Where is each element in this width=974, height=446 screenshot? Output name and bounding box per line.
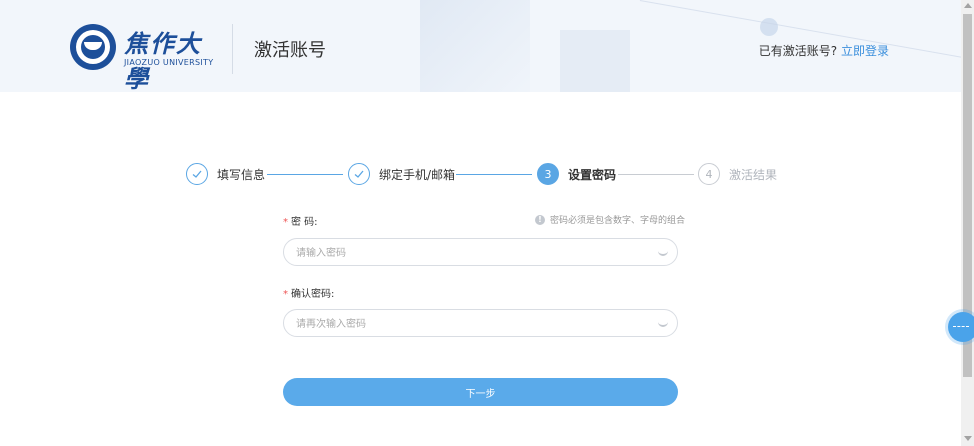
step-4-number: 4: [698, 163, 720, 185]
university-emblem-icon: [70, 24, 116, 70]
university-logo[interactable]: 焦作大學 JIAOZUO UNIVERSITY: [70, 24, 216, 92]
info-icon: !: [535, 214, 545, 225]
eye-closed-icon[interactable]: [658, 249, 668, 256]
progress-steps: 填写信息 绑定手机/邮箱 3 设置密码 4 激活结果: [0, 162, 961, 188]
step-1-label: 填写信息: [217, 168, 266, 182]
password-hint: ! 密码必须是包含数字、字母的组合: [535, 213, 685, 226]
step-3-number: 3: [537, 163, 559, 185]
confirm-password-field-wrapper: [283, 309, 678, 338]
required-mark: *: [283, 217, 288, 228]
step-1-check-icon: [186, 163, 208, 185]
page-title: 激活账号: [254, 40, 326, 61]
password-hint-text: 密码必须是包含数字、字母的组合: [550, 216, 686, 226]
header-decoration: [560, 30, 630, 92]
floating-help-button[interactable]: [948, 312, 974, 342]
scroll-down-arrow-icon[interactable]: [964, 436, 972, 441]
password-label: * 密 码:: [283, 217, 318, 228]
login-link[interactable]: 立即登录: [841, 44, 889, 58]
dash-icon: [953, 326, 969, 329]
header-divider: [232, 24, 233, 74]
step-4-label: 激活结果: [729, 168, 778, 182]
step-3-label: 设置密码: [568, 168, 617, 182]
password-field-wrapper: [283, 238, 678, 267]
confirm-password-input[interactable]: [294, 310, 658, 338]
eye-closed-icon[interactable]: [658, 320, 668, 327]
login-prompt: 已有激活账号?: [758, 44, 838, 58]
header-decoration: [420, 0, 530, 92]
login-hint: 已有激活账号? 立即登录: [759, 42, 889, 59]
confirm-password-label: * 确认密码:: [283, 289, 335, 300]
step-connector: [618, 174, 694, 175]
step-connector: [267, 174, 343, 175]
password-input[interactable]: [294, 239, 658, 267]
scroll-up-arrow-icon[interactable]: [964, 3, 972, 8]
step-2-label: 绑定手机/邮箱: [379, 168, 456, 182]
step-connector: [456, 174, 532, 175]
required-mark: *: [283, 289, 288, 300]
page-header: 焦作大學 JIAOZUO UNIVERSITY 激活账号 已有激活账号? 立即登…: [0, 0, 961, 92]
next-step-button[interactable]: 下一步: [283, 378, 678, 406]
logo-english-name: JIAOZUO UNIVERSITY: [124, 58, 214, 67]
step-2-check-icon: [348, 163, 370, 185]
